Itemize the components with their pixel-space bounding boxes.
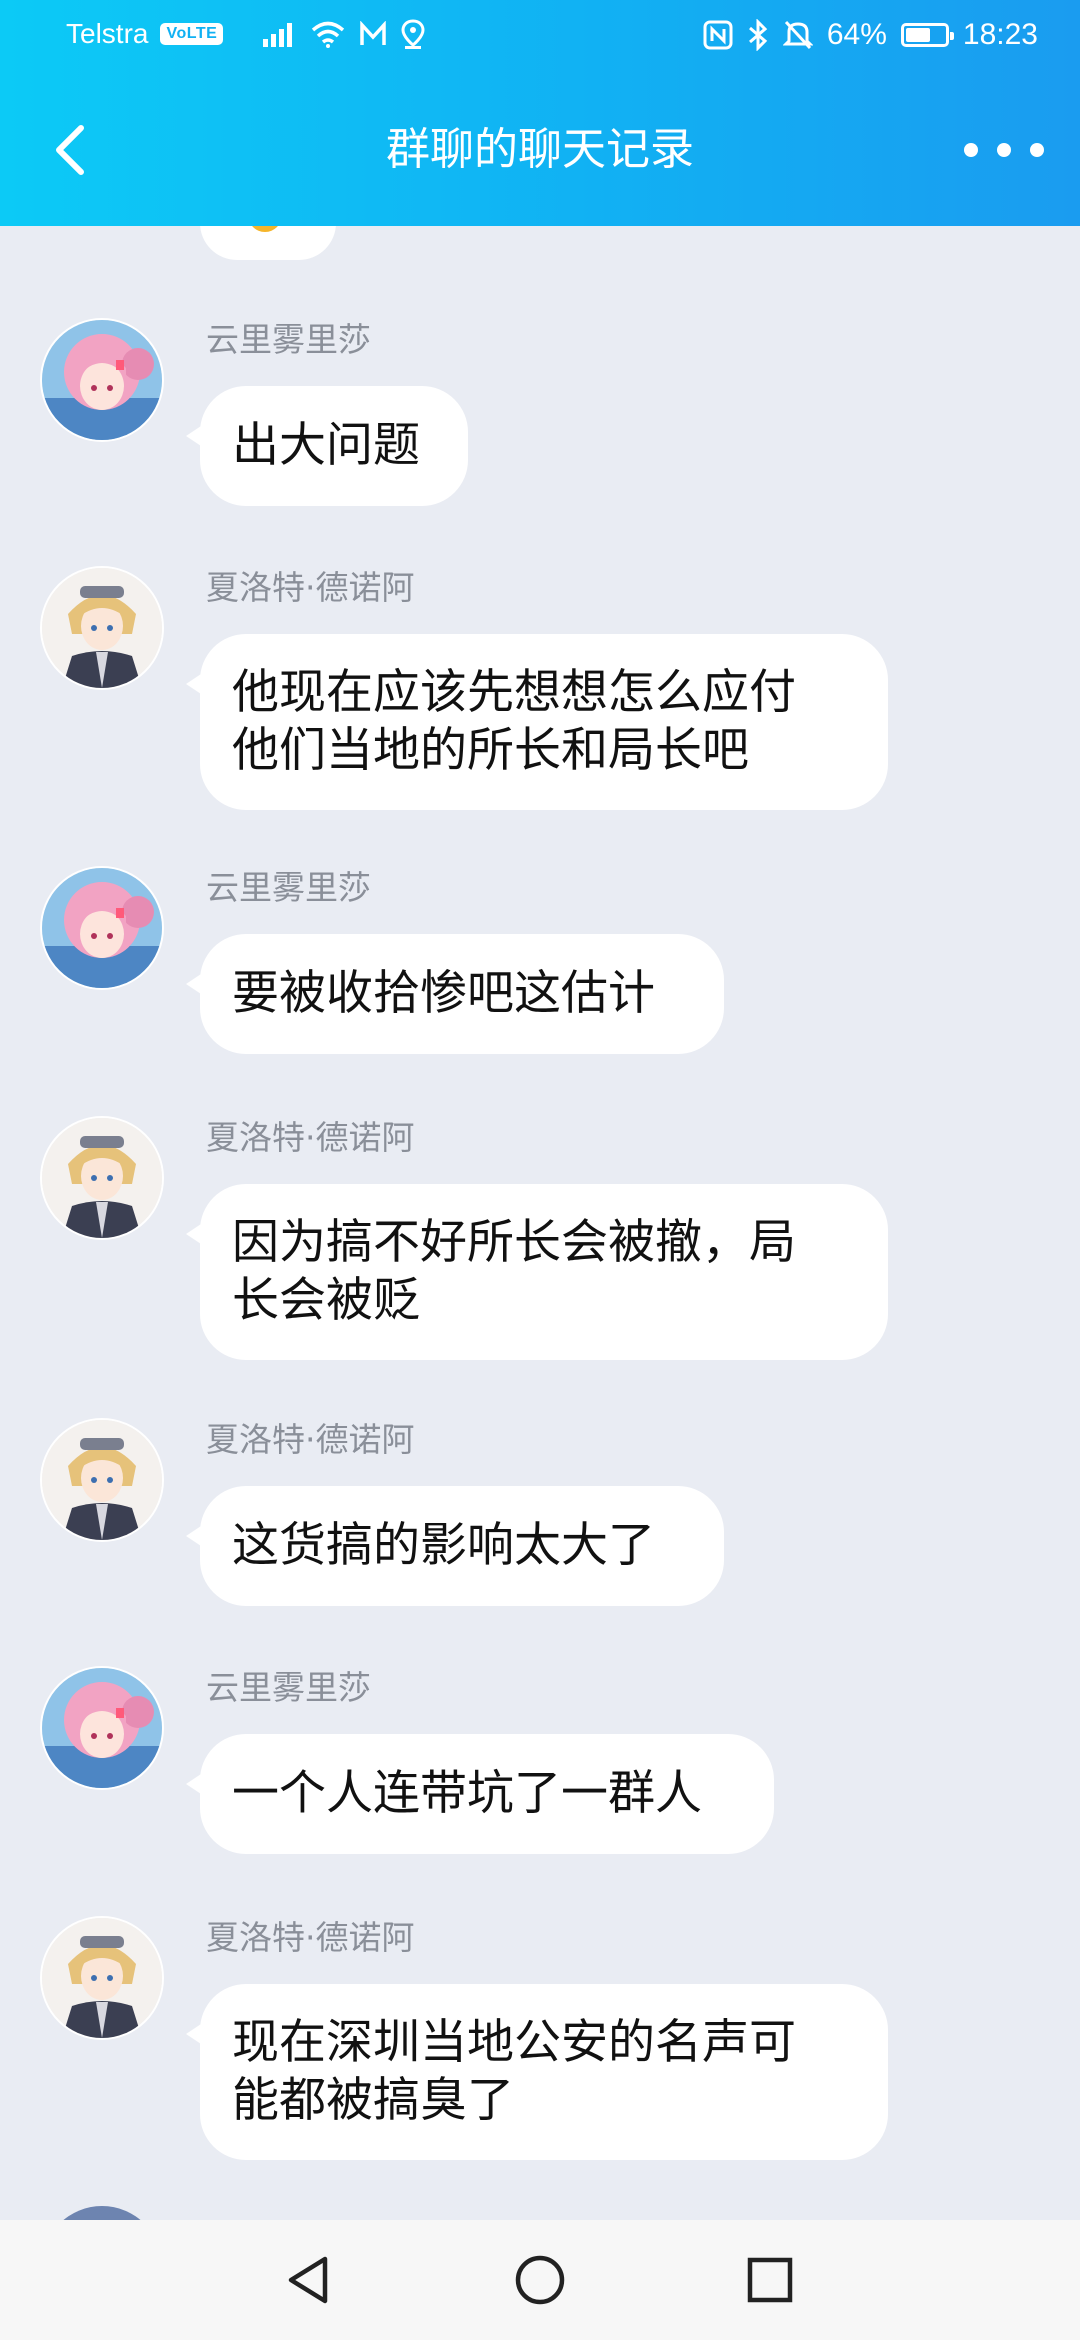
avatar-yunli[interactable] [42, 1668, 162, 1788]
message-text: 他现在应该先想想怎么应付 [232, 665, 796, 720]
message-text: 他们当地的所长和局长吧 [232, 723, 749, 778]
avatar-yunli[interactable] [42, 868, 162, 988]
signal-icon [263, 23, 293, 47]
nav-home-button[interactable] [500, 2240, 580, 2320]
avatar-yunli[interactable] [42, 320, 162, 440]
avatar-charlotte[interactable] [42, 1918, 162, 2038]
location-icon [401, 19, 425, 49]
message-bubble[interactable]: 要被收拾惨吧这估计 [186, 934, 724, 1054]
circle-home-icon [515, 2255, 565, 2305]
message-text: 能都被搞臭了 [232, 2073, 514, 2128]
message-bubble[interactable]: 现在深圳当地公安的名声可 能都被搞臭了 [186, 1984, 888, 2160]
battery-icon [900, 23, 954, 47]
nav-recents-button[interactable] [730, 2240, 810, 2320]
more-dots-icon [1030, 143, 1044, 157]
sender-name: 夏洛特·德诺阿 [206, 1118, 415, 1157]
battery-percent: 64% [826, 18, 887, 51]
carrier-label: Telstra [66, 18, 149, 49]
sender-name: 夏洛特·德诺阿 [206, 1918, 415, 1957]
avatar-charlotte[interactable] [42, 1420, 162, 1540]
system-navigation-bar [0, 2220, 1080, 2340]
back-button[interactable] [40, 120, 100, 180]
more-dots-icon [997, 143, 1011, 157]
more-dots-icon [964, 143, 978, 157]
message-text: 现在深圳当地公安的名声可 [232, 2015, 796, 2070]
triangle-back-icon [288, 2256, 328, 2304]
sender-name: 云里雾里莎 [206, 868, 371, 907]
avatar-charlotte[interactable] [42, 1118, 162, 1238]
avatar-partial [42, 2206, 162, 2220]
message-text: 一个人连带坑了一群人 [232, 1766, 702, 1821]
message-bubble[interactable]: 这货搞的影响太大了 [186, 1486, 724, 1606]
sender-name: 夏洛特·德诺阿 [206, 568, 415, 607]
square-recents-icon [747, 2257, 793, 2303]
bluetooth-icon [748, 19, 768, 51]
message-text: 要被收拾惨吧这估计 [232, 966, 655, 1021]
message-bubble[interactable]: 他现在应该先想想怎么应付 他们当地的所长和局长吧 [186, 634, 888, 810]
page-title: 群聊的聊天记录 [386, 124, 694, 175]
nav-back-button[interactable] [268, 2240, 348, 2320]
message-bubble[interactable]: 出大问题 [186, 386, 468, 506]
mail-icon [360, 21, 387, 45]
mute-icon [782, 20, 813, 50]
message-text: 长会被贬 [232, 1273, 420, 1328]
wifi-icon [312, 21, 345, 48]
message-bubble[interactable]: 一个人连带坑了一群人 [186, 1734, 774, 1854]
avatar-charlotte[interactable] [42, 568, 162, 688]
message-text: 出大问题 [232, 418, 420, 473]
clock: 18:23 [962, 18, 1038, 51]
sender-name: 云里雾里莎 [206, 1668, 371, 1707]
volte-badge: VoLTE [160, 23, 224, 45]
message-text: 这货搞的影响太大了 [232, 1518, 655, 1573]
more-options-button[interactable] [964, 130, 1044, 170]
nfc-icon [703, 20, 733, 50]
message-bubble[interactable]: 因为搞不好所长会被撤，局 长会被贬 [186, 1184, 888, 1360]
sender-name: 云里雾里莎 [206, 320, 371, 359]
app-header: Telstra VoLTE 64% 18:23 群聊的聊天记录 [0, 0, 1080, 226]
chat-history[interactable]: 云里雾里莎 出大问题 夏洛特·德诺阿 他现在应该先想想怎么应付 他们当地的所长和… [0, 0, 1080, 2220]
sender-name: 夏洛特·德诺阿 [206, 1420, 415, 1459]
back-chevron-icon [56, 125, 84, 175]
status-bar: Telstra VoLTE 64% 18:23 [0, 0, 1080, 76]
message-text: 因为搞不好所长会被撤，局 [232, 1215, 796, 1270]
